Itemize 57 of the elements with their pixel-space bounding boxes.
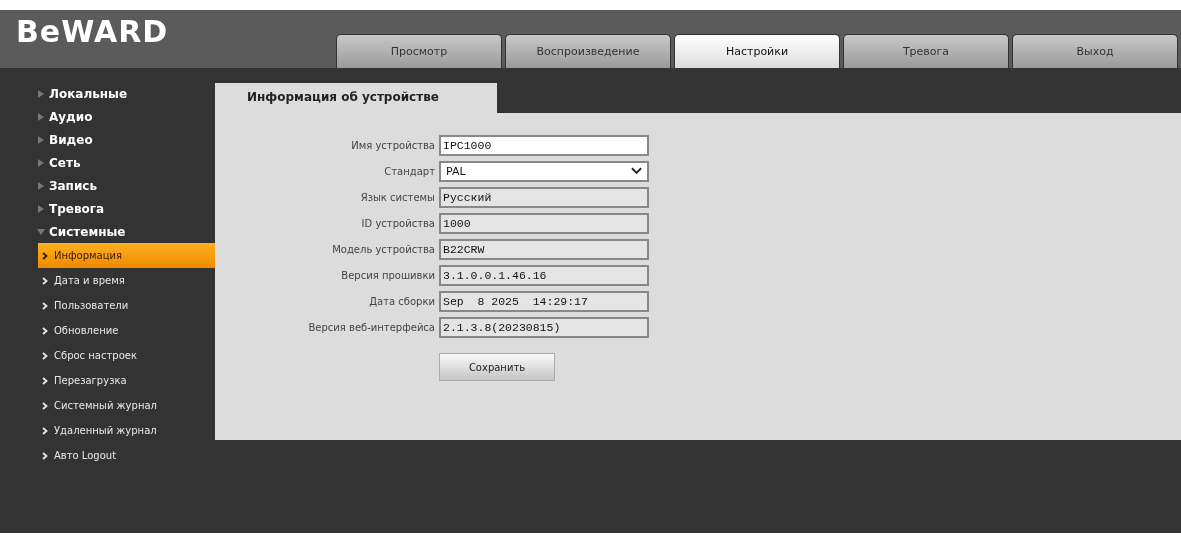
nav-tab[interactable]: Выход — [1012, 34, 1178, 68]
sidebar-item[interactable]: Тревога — [0, 197, 215, 220]
readonly-field[interactable]: 2.1.3.8(20230815) — [439, 316, 649, 338]
field-label: Язык системы — [359, 191, 435, 203]
chevron-right-icon — [42, 451, 48, 460]
sidebar-subitem[interactable]: Системный журнал — [0, 393, 215, 418]
field-label: Версия прошивки — [340, 269, 435, 281]
field-label: Стандарт — [383, 165, 435, 177]
readonly-field[interactable]: 1000 — [439, 212, 649, 234]
readonly-field[interactable]: Русский — [439, 186, 649, 208]
sidebar-subitem[interactable]: Пользователи — [0, 293, 215, 318]
triangle-icon — [38, 89, 44, 98]
triangle-icon — [38, 181, 44, 190]
readonly-field[interactable]: B22CRW — [439, 238, 649, 260]
nav-tab[interactable]: Воспроизведение — [505, 34, 671, 68]
field-label: ID устройства — [360, 217, 435, 229]
sidebar-item[interactable]: Запись — [0, 174, 215, 197]
sidebar-item[interactable]: Видео — [0, 128, 215, 151]
logo: BeWARD — [15, 13, 170, 49]
sidebar-item[interactable]: Системные — [0, 220, 215, 243]
sidebar-item[interactable]: Локальные — [0, 82, 215, 105]
save-button[interactable]: Сохранить — [439, 353, 555, 381]
sidebar-item[interactable]: Аудио — [0, 105, 215, 128]
nav-tab[interactable]: Просмотр — [336, 34, 502, 68]
sidebar-subitem[interactable]: Дата и время — [0, 268, 215, 293]
nav-tab[interactable]: Настройки — [674, 34, 840, 68]
field-label: Имя устройства — [350, 139, 435, 151]
chevron-right-icon — [42, 426, 48, 435]
triangle-icon — [38, 112, 44, 121]
triangle-icon — [38, 158, 44, 167]
triangle-icon — [37, 228, 45, 235]
triangle-icon — [38, 135, 44, 144]
sidebar-subitem[interactable]: Удаленный журнал — [0, 418, 215, 443]
sidebar-subitem[interactable]: Сброс настроек — [0, 343, 215, 368]
chevron-right-icon — [42, 401, 48, 410]
readonly-field[interactable]: 3.1.0.0.1.46.16 — [439, 264, 649, 286]
input-field[interactable]: IPC1000 — [439, 134, 649, 156]
chevron-right-icon — [42, 251, 48, 260]
select-field[interactable]: PAL — [439, 160, 649, 182]
panel-title: Информация об устройстве — [215, 83, 497, 113]
chevron-right-icon — [42, 351, 48, 360]
sidebar-item[interactable]: Сеть — [0, 151, 215, 174]
readonly-field[interactable]: Sep 8 2025 14:29:17 — [439, 290, 649, 312]
sidebar-subitem[interactable]: Обновление — [0, 318, 215, 343]
sidebar-subitem[interactable]: Информация — [38, 243, 215, 268]
chevron-right-icon — [42, 276, 48, 285]
chevron-right-icon — [42, 376, 48, 385]
sidebar-subitem[interactable]: Перезагрузка — [0, 368, 215, 393]
chevron-right-icon — [42, 326, 48, 335]
field-label: Версия веб-интерфейса — [307, 321, 435, 333]
field-label: Модель устройства — [331, 243, 435, 255]
chevron-down-icon — [631, 167, 642, 175]
nav-tab[interactable]: Тревога — [843, 34, 1009, 68]
chevron-right-icon — [42, 301, 48, 310]
sidebar-subitem[interactable]: Авто Logout — [0, 443, 215, 468]
field-label: Дата сборки — [368, 295, 435, 307]
triangle-icon — [38, 204, 44, 213]
